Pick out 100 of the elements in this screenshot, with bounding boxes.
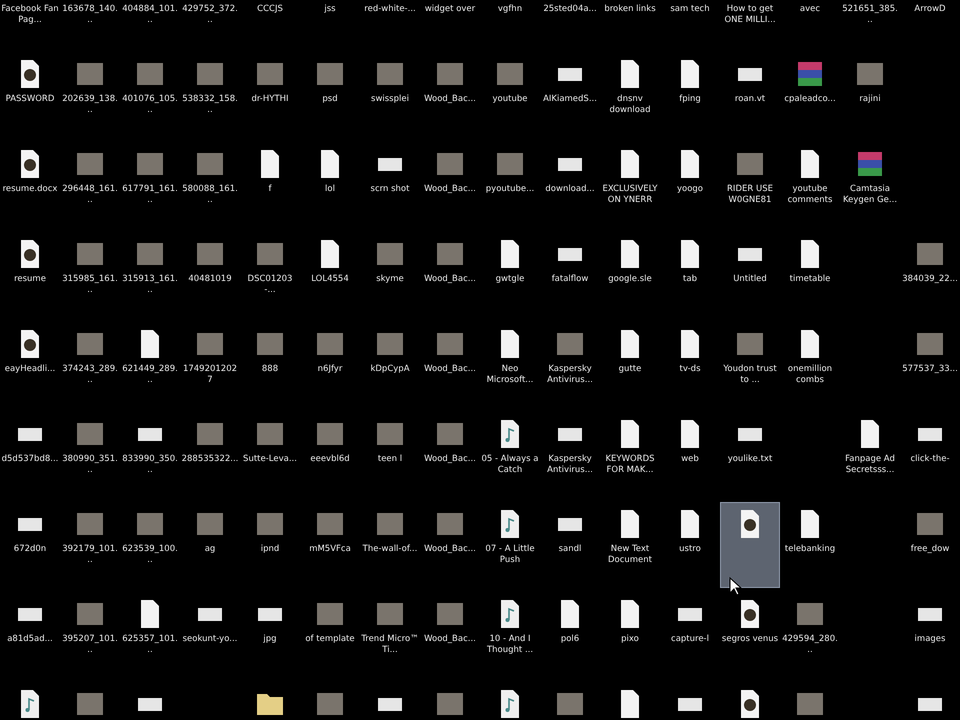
- desktop-shortcut[interactable]: Trend Micro™ Ti...: [360, 592, 420, 678]
- desktop-shortcut[interactable]: 404884_101...: [120, 0, 180, 48]
- desktop-shortcut[interactable]: skyme: [360, 232, 420, 318]
- desktop-shortcut[interactable]: Youdon trust to ...: [720, 322, 780, 408]
- desktop-shortcut[interactable]: Wood_Bac...: [420, 232, 480, 318]
- desktop-shortcut[interactable]: images: [900, 592, 960, 678]
- desktop-shortcut[interactable]: gwtgle: [480, 232, 540, 318]
- desktop-shortcut[interactable]: Wood_Bac...: [420, 142, 480, 228]
- desktop-shortcut[interactable]: fping: [660, 52, 720, 138]
- desktop-shortcut[interactable]: The-wall-of...: [360, 502, 420, 588]
- desktop-shortcut[interactable]: 888: [240, 322, 300, 408]
- desktop-shortcut[interactable]: 40481019: [180, 232, 240, 318]
- desktop-shortcut[interactable]: pol6: [540, 592, 600, 678]
- desktop-shortcut[interactable]: roan.vt: [720, 52, 780, 138]
- desktop-shortcut[interactable]: Wood_Bac...: [420, 52, 480, 138]
- desktop-shortcut[interactable]: 384039_22...: [900, 232, 960, 318]
- desktop-shortcut[interactable]: web: [660, 412, 720, 498]
- desktop-shortcut[interactable]: vgfhn: [480, 0, 540, 48]
- desktop-shortcut[interactable]: ArrowD: [900, 0, 960, 48]
- desktop-shortcut[interactable]: cpaleadco...: [780, 52, 840, 138]
- desktop-shortcut[interactable]: pixo: [600, 592, 660, 678]
- desktop-shortcut[interactable]: EXCLUSIVELY ON YNERR: [600, 142, 660, 228]
- desktop-shortcut[interactable]: teen l: [360, 412, 420, 498]
- desktop-shortcut[interactable]: RIDER USE W0GNE81: [720, 142, 780, 228]
- desktop-shortcut[interactable]: ag: [180, 502, 240, 588]
- desktop-shortcut[interactable]: pyoutube...: [480, 142, 540, 228]
- desktop-shortcut[interactable]: 380990_351...: [60, 412, 120, 498]
- desktop-shortcut[interactable]: jpg: [240, 592, 300, 678]
- desktop-shortcut[interactable]: 17492012027: [180, 322, 240, 408]
- desktop-shortcut[interactable]: 25sted04a...: [540, 0, 600, 48]
- desktop-shortcut[interactable]: capture-l: [660, 592, 720, 678]
- desktop-shortcut[interactable]: dr-HYTHI: [240, 52, 300, 138]
- desktop-shortcut[interactable]: 617791_161...: [120, 142, 180, 228]
- desktop-shortcut[interactable]: Wood_Bac...: [420, 322, 480, 408]
- desktop-shortcut[interactable]: eayHeadli...: [0, 322, 60, 408]
- desktop-shortcut[interactable]: a81d5ad...: [0, 592, 60, 678]
- desktop-shortcut[interactable]: Wood_Bac...: [420, 412, 480, 498]
- desktop-shortcut[interactable]: kDpCypA: [360, 322, 420, 408]
- desktop-shortcut[interactable]: Facebook Fan Pag...: [0, 0, 60, 48]
- desktop-shortcut[interactable]: 621449_289...: [120, 322, 180, 408]
- desktop-shortcut[interactable]: DSC01203 -...: [240, 232, 300, 318]
- desktop-shortcut[interactable]: Wood_Bac...: [420, 502, 480, 588]
- desktop-shortcut[interactable]: avec: [780, 0, 840, 48]
- desktop-shortcut[interactable]: 538332_158...: [180, 52, 240, 138]
- desktop-shortcut[interactable]: Untitled: [720, 232, 780, 318]
- desktop-shortcut[interactable]: rajini: [840, 52, 900, 138]
- desktop-shortcut[interactable]: fatalflow: [540, 232, 600, 318]
- desktop-shortcut[interactable]: tab: [660, 232, 720, 318]
- desktop-shortcut[interactable]: download...: [540, 142, 600, 228]
- desktop-shortcut[interactable]: free_dow: [900, 502, 960, 588]
- desktop-shortcut[interactable]: PASSWORD: [0, 52, 60, 138]
- desktop-shortcut[interactable]: telebanking: [780, 502, 840, 588]
- desktop-shortcut[interactable]: eeevbl6d: [300, 412, 360, 498]
- desktop-shortcut[interactable]: click-the-: [900, 412, 960, 498]
- desktop-shortcut[interactable]: Kaspersky Antivirus...: [540, 412, 600, 498]
- desktop-shortcut[interactable]: 580088_161...: [180, 142, 240, 228]
- desktop-shortcut[interactable]: tv-ds: [660, 322, 720, 408]
- desktop-shortcut[interactable]: ustro: [660, 502, 720, 588]
- desktop-shortcut[interactable]: scrn shot: [360, 142, 420, 228]
- desktop-shortcut[interactable]: yoogo: [660, 142, 720, 228]
- desktop-shortcut[interactable]: youtube: [480, 52, 540, 138]
- desktop-shortcut[interactable]: of template: [300, 592, 360, 678]
- desktop-shortcut[interactable]: sam tech: [660, 0, 720, 48]
- desktop-shortcut[interactable]: 10 - And I Thought ...: [480, 592, 540, 678]
- desktop-shortcut[interactable]: 202639_138...: [60, 52, 120, 138]
- desktop-shortcut[interactable]: 672d0n: [0, 502, 60, 588]
- desktop-shortcut[interactable]: 315913_161...: [120, 232, 180, 318]
- desktop-shortcut[interactable]: segros venus: [720, 592, 780, 678]
- desktop-shortcut[interactable]: broken links: [600, 0, 660, 48]
- desktop-shortcut[interactable]: CCCJS: [240, 0, 300, 48]
- desktop-shortcut[interactable]: 623539_100...: [120, 502, 180, 588]
- desktop-shortcut[interactable]: onemillion combs: [780, 322, 840, 408]
- desktop-shortcut[interactable]: 521651_385...: [840, 0, 900, 48]
- desktop-shortcut[interactable]: d5d537bd8...: [0, 412, 60, 498]
- desktop-shortcut[interactable]: 401076_105...: [120, 52, 180, 138]
- desktop-shortcut[interactable]: AIKiamedS...: [540, 52, 600, 138]
- desktop-shortcut[interactable]: 429752_372...: [180, 0, 240, 48]
- desktop-shortcut[interactable]: red-white-...: [360, 0, 420, 48]
- desktop-shortcut[interactable]: dnsnv download: [600, 52, 660, 138]
- desktop-shortcut[interactable]: New Text Document: [600, 502, 660, 588]
- desktop-shortcut[interactable]: 05 - Always a Catch: [480, 412, 540, 498]
- desktop-shortcut[interactable]: Wood_Bac...: [420, 592, 480, 678]
- desktop-shortcut[interactable]: psd: [300, 52, 360, 138]
- desktop-shortcut[interactable]: 577537_33...: [900, 322, 960, 408]
- desktop-shortcut[interactable]: How to get ONE MILLI...: [720, 0, 780, 48]
- desktop-shortcut[interactable]: lol: [300, 142, 360, 228]
- desktop-shortcut[interactable]: n6Jfyr: [300, 322, 360, 408]
- desktop-shortcut[interactable]: 374243_289...: [60, 322, 120, 408]
- desktop-shortcut[interactable]: seokunt-yo...: [180, 592, 240, 678]
- desktop-shortcut[interactable]: Camtasia Keygen Ge...: [840, 142, 900, 228]
- desktop-shortcut[interactable]: 163678_140...: [60, 0, 120, 48]
- desktop-shortcut[interactable]: 392179_101...: [60, 502, 120, 588]
- desktop-shortcut[interactable]: Neo Microsoft...: [480, 322, 540, 408]
- desktop-shortcut[interactable]: youtube comments: [780, 142, 840, 228]
- desktop-shortcut[interactable]: sandl: [540, 502, 600, 588]
- desktop-shortcut[interactable]: ipnd: [240, 502, 300, 588]
- desktop-shortcut[interactable]: Fanpage Ad Secretsss...: [840, 412, 900, 498]
- desktop-shortcut[interactable]: resume: [0, 232, 60, 318]
- desktop-shortcut[interactable]: jss: [300, 0, 360, 48]
- desktop-shortcut[interactable]: KEYWORDS FOR MAK...: [600, 412, 660, 498]
